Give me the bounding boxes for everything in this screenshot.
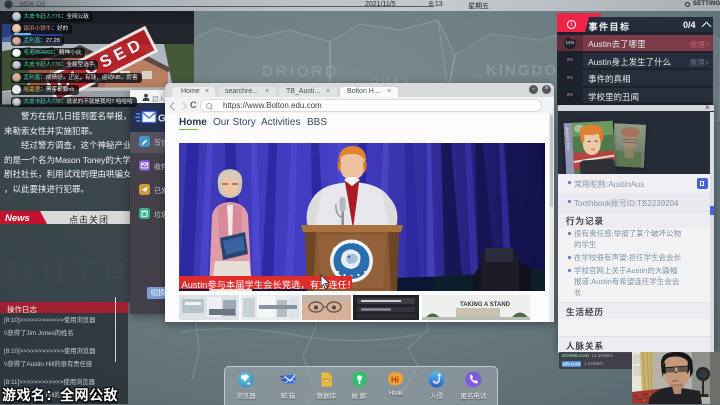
svg-text:TAKING A STAND: TAKING A STAND [460,302,511,308]
svg-text:G: G [158,114,165,125]
svg-text:o: o [349,239,352,244]
svg-text:data: data [324,379,331,383]
svg-text:Hi: Hi [391,376,399,385]
svg-text:DRIORD: DRIORD [262,63,339,80]
